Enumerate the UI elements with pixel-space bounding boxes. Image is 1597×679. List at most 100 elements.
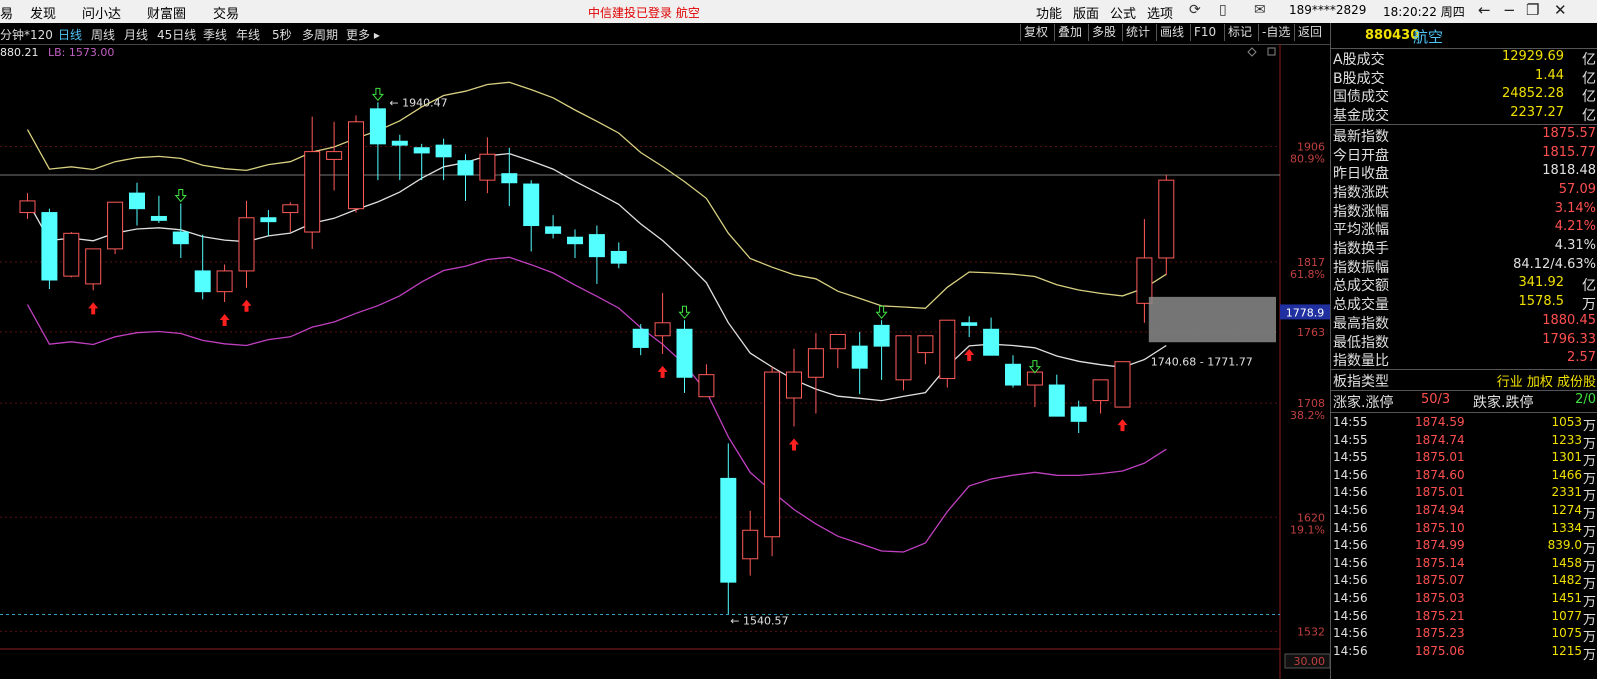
minimize-icon[interactable]: − bbox=[1503, 1, 1516, 19]
index-name[interactable]: 航空 bbox=[1413, 26, 1443, 47]
candle-body[interactable] bbox=[1158, 179, 1175, 259]
close-icon[interactable]: ✕ bbox=[1554, 1, 1567, 19]
price-range-box[interactable] bbox=[1148, 296, 1276, 343]
candle-body[interactable] bbox=[501, 173, 518, 184]
candle-body[interactable] bbox=[1026, 371, 1043, 386]
candle-body[interactable] bbox=[413, 147, 430, 154]
tool-adjust[interactable]: 复权 bbox=[1020, 24, 1051, 41]
candle-body[interactable] bbox=[1092, 379, 1109, 402]
candle-body[interactable] bbox=[435, 144, 452, 158]
candle-body[interactable] bbox=[939, 319, 956, 380]
user-account[interactable]: 189****2829 bbox=[1289, 3, 1366, 17]
mail-icon[interactable]: ✉ bbox=[1254, 2, 1266, 18]
candle-body[interactable] bbox=[917, 335, 934, 354]
candle-body[interactable] bbox=[610, 250, 627, 264]
candle-body[interactable] bbox=[807, 348, 824, 378]
candle-body[interactable] bbox=[742, 529, 759, 560]
candle-body[interactable] bbox=[194, 270, 211, 293]
candle-body[interactable] bbox=[457, 160, 474, 176]
menu-layout[interactable]: 版面 bbox=[1073, 3, 1099, 22]
nav-wealth-circle[interactable]: 财富圈 bbox=[147, 3, 186, 22]
tool-multi-stock[interactable]: 多股 bbox=[1088, 24, 1119, 41]
candle-body[interactable] bbox=[129, 192, 145, 210]
period-daily[interactable]: 日线 bbox=[58, 26, 82, 43]
candle-body[interactable] bbox=[720, 477, 737, 583]
period-weekly[interactable]: 周线 bbox=[91, 26, 115, 43]
row-label: 指数涨跌 bbox=[1333, 184, 1389, 201]
restore-icon[interactable]: ❐ bbox=[1526, 1, 1539, 19]
back-arrow-icon[interactable]: ← bbox=[1478, 1, 1491, 19]
tool-f10[interactable]: F10 bbox=[1190, 24, 1219, 41]
nav-cut-item[interactable]: 易 bbox=[0, 3, 13, 22]
candle-body[interactable] bbox=[523, 183, 540, 227]
candlestick-chart[interactable]: 190680.9%181761.8%1763170838.2%162019.1%… bbox=[0, 44, 1330, 679]
tool-stats[interactable]: 统计 bbox=[1122, 24, 1153, 41]
expand-icon[interactable] bbox=[1267, 47, 1276, 56]
candle-body[interactable] bbox=[632, 328, 649, 348]
nav-wenxiaoda[interactable]: 问小达 bbox=[82, 3, 121, 22]
candle-body[interactable] bbox=[1114, 361, 1131, 408]
candle-body[interactable] bbox=[1048, 384, 1065, 417]
candle-body[interactable] bbox=[391, 140, 408, 146]
candle-body[interactable] bbox=[304, 151, 321, 233]
period-multi[interactable]: 多周期 bbox=[302, 26, 338, 43]
phone-icon[interactable]: ▯ bbox=[1219, 2, 1227, 18]
period-5sec[interactable]: 5秒 bbox=[272, 26, 292, 43]
menu-function[interactable]: 功能 bbox=[1036, 3, 1062, 22]
period-quarterly[interactable]: 季线 bbox=[203, 26, 227, 43]
candle-body[interactable] bbox=[829, 333, 846, 350]
candle-body[interactable] bbox=[983, 328, 1000, 356]
tool-back[interactable]: 返回 bbox=[1294, 24, 1325, 41]
candle-body[interactable] bbox=[654, 322, 671, 337]
tool-mark[interactable]: 标记 bbox=[1224, 24, 1255, 41]
candle-body[interactable] bbox=[786, 371, 802, 399]
tool-draw[interactable]: 画线 bbox=[1156, 24, 1187, 41]
nav-trade[interactable]: 交易 bbox=[213, 3, 239, 22]
candle-body[interactable] bbox=[676, 328, 693, 378]
diamond-icon[interactable] bbox=[1247, 47, 1257, 57]
menu-formula[interactable]: 公式 bbox=[1110, 3, 1136, 22]
board-type-value[interactable]: 行业 加权 成份股 bbox=[1497, 371, 1596, 390]
candle-body[interactable] bbox=[107, 201, 124, 250]
candle-body[interactable] bbox=[63, 232, 80, 277]
candle-body[interactable] bbox=[369, 108, 386, 145]
candle-body[interactable] bbox=[698, 374, 715, 398]
period-45day[interactable]: 45日线 bbox=[157, 26, 196, 43]
candle-body[interactable] bbox=[85, 248, 102, 285]
period-monthly[interactable]: 月线 bbox=[124, 26, 148, 43]
candle-body[interactable] bbox=[1136, 257, 1153, 304]
refresh-icon[interactable]: ⟳ bbox=[1189, 2, 1201, 18]
candle-body[interactable] bbox=[260, 217, 277, 223]
candle-body[interactable] bbox=[895, 335, 912, 381]
candle-body[interactable] bbox=[348, 121, 364, 210]
candle-body[interactable] bbox=[19, 200, 36, 214]
candle-body[interactable] bbox=[150, 215, 167, 221]
candle-body[interactable] bbox=[41, 212, 58, 281]
tick-unit: 万 bbox=[1582, 559, 1596, 575]
period-more[interactable]: 更多 ▸ bbox=[346, 26, 380, 43]
tick-volume: 2331 bbox=[1551, 485, 1582, 500]
candle-body[interactable] bbox=[479, 153, 496, 181]
candle-body[interactable] bbox=[851, 345, 868, 369]
price-range-label: 1740.68 - 1771.77 bbox=[1151, 356, 1253, 369]
menu-options[interactable]: 选项 bbox=[1147, 3, 1173, 22]
tool-overlay[interactable]: 叠加 bbox=[1054, 24, 1085, 41]
login-status[interactable]: 中信建投已登录 航空 bbox=[588, 4, 700, 21]
period-minute[interactable]: 分钟*120 bbox=[0, 26, 53, 43]
candle-body[interactable] bbox=[1005, 363, 1021, 386]
candle-body[interactable] bbox=[873, 324, 890, 347]
candle-body[interactable] bbox=[567, 236, 583, 245]
candle-body[interactable] bbox=[764, 371, 781, 538]
candle-body[interactable] bbox=[1070, 406, 1087, 422]
candle-body[interactable] bbox=[238, 217, 255, 272]
tool-remove-watchlist[interactable]: -自选 bbox=[1258, 24, 1293, 41]
candle-body[interactable] bbox=[326, 151, 343, 160]
period-yearly[interactable]: 年线 bbox=[236, 26, 260, 43]
candle-body[interactable] bbox=[282, 204, 299, 214]
candle-body[interactable] bbox=[172, 231, 189, 245]
nav-discover[interactable]: 发现 bbox=[30, 3, 56, 22]
candle-body[interactable] bbox=[961, 322, 978, 326]
candle-body[interactable] bbox=[545, 226, 562, 234]
candle-body[interactable] bbox=[216, 270, 233, 293]
candle-body[interactable] bbox=[588, 234, 605, 258]
